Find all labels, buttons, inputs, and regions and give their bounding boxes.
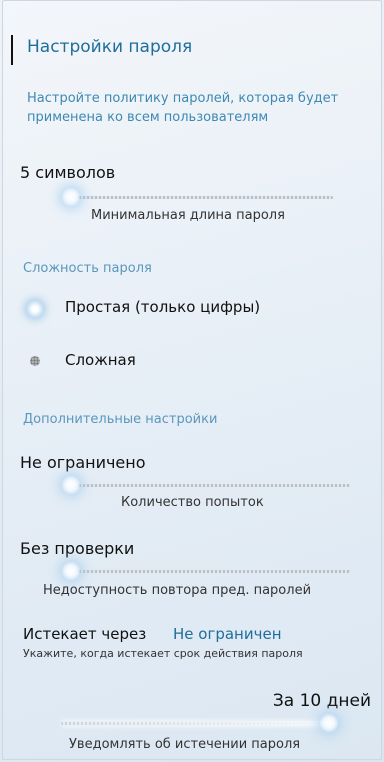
page-description: Настройте политику паролей, которая буде… xyxy=(27,91,339,125)
attempts-value: Не ограничено xyxy=(20,453,146,472)
expires-value-link[interactable]: Не ограничен xyxy=(173,625,282,643)
notify-caption: Уведомлять об истечении пароля xyxy=(69,737,301,752)
slider-track xyxy=(71,570,351,573)
slider-fill xyxy=(61,721,329,726)
notify-value: За 10 дней xyxy=(272,691,371,711)
min-length-caption: Минимальная длина пароля xyxy=(91,208,285,223)
complexity-section-title: Сложность пароля xyxy=(23,261,152,276)
notify-slider[interactable] xyxy=(61,711,338,737)
radio-unselected-icon[interactable] xyxy=(30,356,40,366)
slider-thumb[interactable] xyxy=(62,562,80,580)
additional-section-title: Дополнительные настройки xyxy=(23,412,218,427)
slider-track xyxy=(71,196,333,199)
history-caption: Недоступность повтора пред. паролей xyxy=(43,583,312,598)
slider-thumb[interactable] xyxy=(62,188,80,206)
radio-selected-icon[interactable] xyxy=(27,301,43,317)
settings-panel: Настройки пароля Настройте политику паро… xyxy=(2,0,382,760)
attempts-caption: Количество попыток xyxy=(121,495,264,510)
page-title: Настройки пароля xyxy=(27,37,193,57)
history-value: Без проверки xyxy=(20,539,135,558)
expires-label: Истекает через xyxy=(23,625,147,643)
expires-hint: Укажите, когда истекает срок действия па… xyxy=(23,647,303,660)
header-accent-bar xyxy=(11,35,13,65)
option-label: Сложная xyxy=(65,351,136,369)
option-label: Простая (только цифры) xyxy=(65,298,261,316)
slider-track xyxy=(71,484,351,487)
slider-thumb[interactable] xyxy=(320,714,338,732)
history-slider[interactable] xyxy=(62,559,351,585)
slider-thumb[interactable] xyxy=(62,476,80,494)
min-length-value: 5 символов xyxy=(20,163,116,182)
